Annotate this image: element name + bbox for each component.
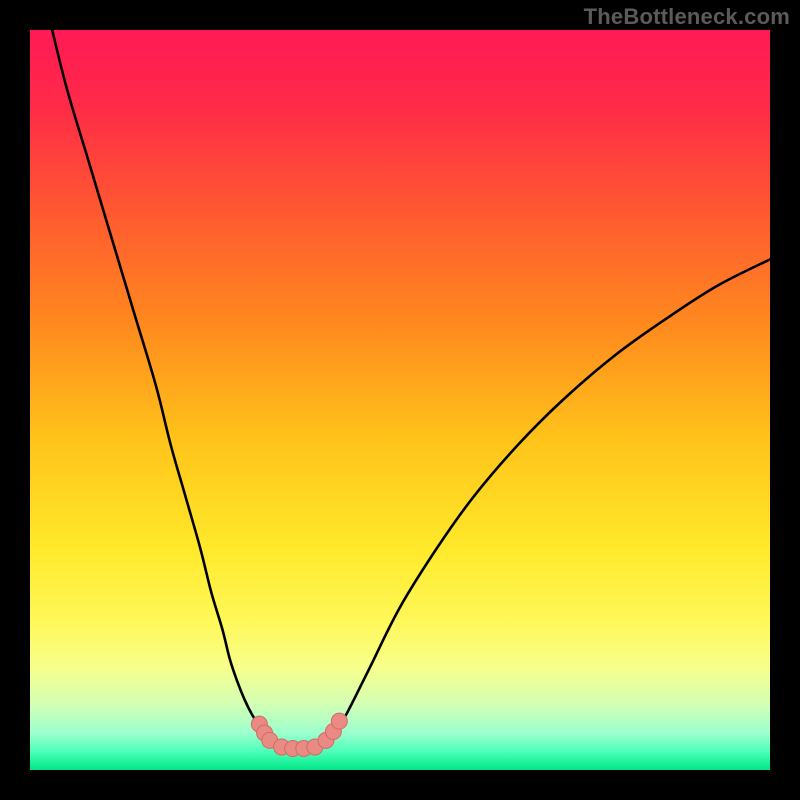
plot-area	[30, 30, 770, 770]
valley-markers	[251, 713, 347, 756]
watermark-text: TheBottleneck.com	[584, 4, 790, 30]
bottleneck-curve	[52, 30, 770, 749]
chart-container: TheBottleneck.com	[0, 0, 800, 800]
curve-layer	[30, 30, 770, 770]
valley-marker	[331, 713, 347, 729]
